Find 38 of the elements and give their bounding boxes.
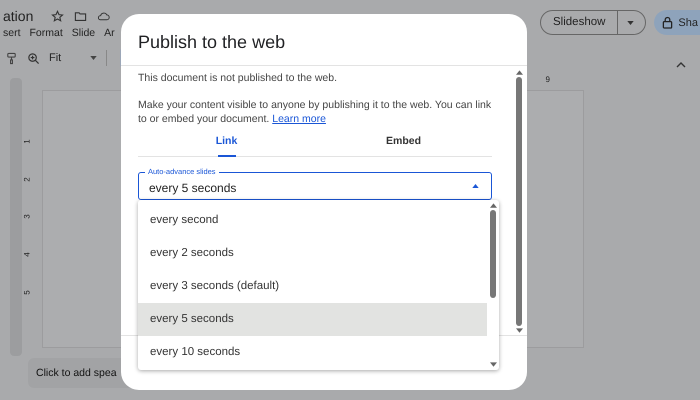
tab[interactable]: Link <box>138 129 315 156</box>
chevron-up-icon[interactable] <box>676 62 686 68</box>
ruler-number: 4 <box>22 252 32 258</box>
tab[interactable]: Embed <box>315 129 492 156</box>
caret-up-icon <box>472 184 479 188</box>
menu-item[interactable]: sert <box>3 27 21 39</box>
scroll-up-icon[interactable] <box>516 70 522 75</box>
dialog-title: Publish to the web <box>121 14 527 66</box>
zoom-dropdown[interactable]: Fit <box>49 52 62 64</box>
ruler-number: 1 <box>22 139 32 144</box>
scroll-down-icon[interactable] <box>490 362 496 367</box>
share-button[interactable]: Sha <box>654 10 700 35</box>
caret-icon[interactable] <box>627 20 634 24</box>
menu-item[interactable]: Format <box>30 27 63 39</box>
dropdown-option[interactable]: every second <box>138 204 487 237</box>
dropdown-option[interactable]: every 2 seconds <box>138 237 487 270</box>
ruler-number: 5 <box>22 290 32 295</box>
paint-roller-icon[interactable] <box>5 52 18 64</box>
scroll-up-icon[interactable] <box>490 203 496 208</box>
star-icon[interactable] <box>51 10 64 22</box>
ruler-number: 2 <box>22 176 32 182</box>
ruler-number: 9 <box>546 75 550 84</box>
dropdown-option[interactable]: every 3 seconds (default) <box>138 270 487 303</box>
menu-item[interactable]: Slide <box>72 27 96 39</box>
zoom-icon[interactable] <box>27 52 40 64</box>
learn-more-link[interactable]: Learn more <box>272 113 326 125</box>
ruler-number: 3 <box>22 214 32 220</box>
lock-icon <box>662 16 674 29</box>
scroll-down-icon[interactable] <box>516 328 522 333</box>
dropdown-option[interactable]: every 5 seconds <box>138 303 487 336</box>
slideshow-button[interactable]: Slideshow <box>540 10 646 35</box>
menu-item[interactable]: Ar <box>104 27 115 39</box>
caret-icon[interactable] <box>90 56 98 60</box>
publish-status-text: This document is not published to the web. <box>138 72 338 84</box>
cloud-icon[interactable] <box>97 10 110 22</box>
document-title[interactable]: ation <box>3 8 34 24</box>
description-text: Make your content visible to anyone by publishing it to the web. You can link to or embed your document. Learn more <box>138 98 492 126</box>
folder-icon[interactable] <box>74 10 88 22</box>
